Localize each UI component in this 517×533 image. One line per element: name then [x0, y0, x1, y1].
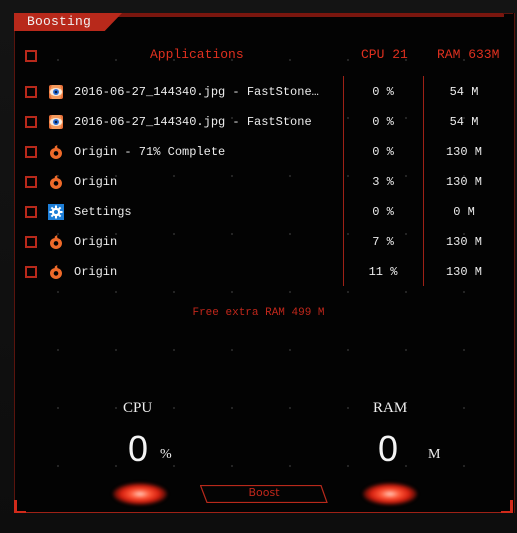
app-cpu-usage: 0 %: [372, 145, 394, 159]
app-name: 2016-06-27_144340.jpg - FastStone…: [74, 85, 319, 99]
cpu-total-header: CPU 21: [361, 47, 408, 62]
origin-icon: [48, 174, 64, 190]
app-ram-usage: 130 M: [445, 145, 482, 159]
corner-decoration: [14, 511, 26, 513]
app-ram-usage: 54 M: [449, 115, 479, 129]
faststone-eye-icon: [48, 114, 64, 130]
select-all-checkbox[interactable]: [25, 50, 37, 62]
app-name: Origin: [74, 175, 118, 189]
settings-gear-icon: [48, 204, 64, 220]
cpu-gauge-unit: %: [160, 447, 172, 462]
row-checkbox[interactable]: [25, 236, 37, 248]
bottom-border: [14, 512, 513, 513]
applications-header: Applications: [150, 47, 244, 62]
ram-gauge-unit: M: [428, 447, 441, 462]
boosting-window: Boosting Applications CPU 21 RAM 633M 20…: [0, 0, 517, 533]
app-cpu-usage: 0 %: [372, 85, 394, 99]
app-ram-usage: 0 M: [453, 205, 475, 219]
cpu-gauge-value: 0: [128, 428, 149, 469]
app-cpu-usage: 0 %: [372, 205, 394, 219]
app-name: Origin - 71% Complete: [74, 145, 226, 159]
faststone-eye-icon: [48, 84, 64, 100]
app-cpu-usage: 7 %: [372, 235, 394, 249]
corner-decoration: [501, 511, 513, 513]
corner-decoration: [503, 13, 513, 14]
origin-icon: [48, 264, 64, 280]
cpu-glow-indicator: [113, 483, 167, 505]
row-checkbox[interactable]: [25, 266, 37, 278]
row-checkbox[interactable]: [25, 86, 37, 98]
boost-button-label: Boost: [248, 486, 280, 499]
ram-glow-indicator: [363, 483, 417, 505]
app-name: Origin: [74, 235, 118, 249]
ram-gauge-value: 0: [378, 428, 399, 469]
boost-button[interactable]: Boost: [200, 485, 328, 503]
row-checkbox[interactable]: [25, 206, 37, 218]
app-cpu-usage: 11 %: [368, 265, 398, 279]
app-cpu-usage: 0 %: [372, 115, 394, 129]
app-ram-usage: 130 M: [445, 235, 482, 249]
row-checkbox[interactable]: [25, 176, 37, 188]
ram-total-header: RAM 633M: [437, 47, 500, 62]
app-name: 2016-06-27_144340.jpg - FastStone: [74, 115, 312, 129]
cpu-gauge-label: CPU: [123, 400, 153, 416]
ram-gauge-label: RAM: [373, 400, 408, 416]
row-checkbox[interactable]: [25, 116, 37, 128]
app-name: Settings: [74, 205, 132, 219]
app-cpu-usage: 3 %: [372, 175, 394, 189]
free-ram-text: Free extra RAM 499 M: [192, 307, 325, 319]
row-checkbox[interactable]: [25, 146, 37, 158]
app-ram-usage: 130 M: [445, 175, 482, 189]
app-name: Origin: [74, 265, 118, 279]
origin-icon: [48, 144, 64, 160]
app-ram-usage: 130 M: [445, 265, 482, 279]
origin-icon: [48, 234, 64, 250]
app-ram-usage: 54 M: [449, 85, 479, 99]
boosting-tab-label: Boosting: [27, 14, 92, 29]
